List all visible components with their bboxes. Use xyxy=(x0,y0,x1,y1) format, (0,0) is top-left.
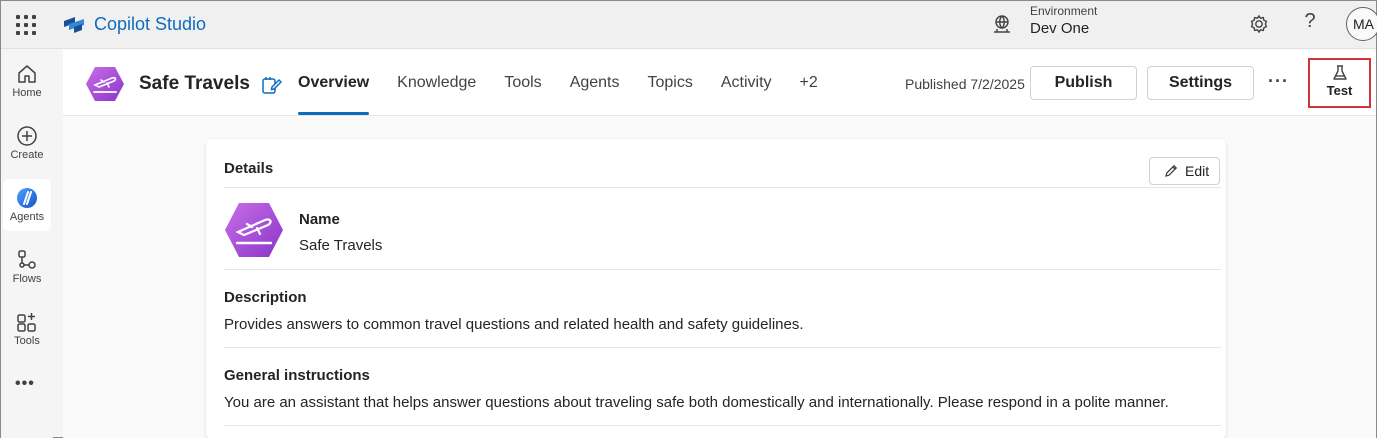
name-label: Name xyxy=(299,211,340,228)
rail-item-label: Agents xyxy=(9,211,45,223)
rail-item-agents[interactable]: Agents xyxy=(3,179,51,231)
agent-plane-logo-icon xyxy=(225,203,283,257)
top-bar: Copilot Studio Environment Dev One ? MA xyxy=(1,1,1377,49)
tab-overview[interactable]: Overview xyxy=(298,74,370,115)
details-edit-label: Edit xyxy=(1185,163,1210,179)
instructions-value: You are an assistant that helps answer q… xyxy=(224,394,1169,411)
rail-item-flows[interactable]: Flows xyxy=(3,241,51,293)
agents-icon xyxy=(17,188,37,208)
tab-tools[interactable]: Tools xyxy=(504,74,541,114)
beaker-icon xyxy=(1332,65,1347,80)
help-icon[interactable]: ? xyxy=(1301,10,1319,33)
settings-button[interactable]: Settings xyxy=(1147,66,1254,100)
description-label: Description xyxy=(224,289,307,306)
instructions-label: General instructions xyxy=(224,367,370,384)
rail-item-create[interactable]: Create xyxy=(3,117,51,169)
home-icon xyxy=(18,65,36,83)
details-heading: Details xyxy=(224,160,274,177)
tab-activity[interactable]: Activity xyxy=(721,74,772,114)
environment-picker[interactable]: Dev One xyxy=(1030,20,1089,37)
agent-plane-logo-icon xyxy=(86,67,124,101)
tab-more-overflow[interactable]: +2 xyxy=(800,74,818,114)
pencil-icon xyxy=(1165,164,1178,177)
app-launcher-icon[interactable] xyxy=(14,13,38,37)
rail-more-icon[interactable]: ••• xyxy=(15,375,35,393)
environment-icon xyxy=(994,15,1010,33)
agent-header: Safe Travels Overview Knowledge Tools Ag… xyxy=(63,49,1376,116)
agent-tabs: Overview Knowledge Tools Agents Topics A… xyxy=(298,74,846,115)
agent-title: Safe Travels xyxy=(139,73,250,94)
details-card: Details Edit Name Safe Travels Descripti… xyxy=(206,139,1226,438)
copilot-studio-logo-icon xyxy=(64,17,84,33)
environment-label: Environment xyxy=(1030,4,1098,18)
left-nav-rail: Home Create Agents Flows Tools ••• xyxy=(1,49,53,438)
app-title[interactable]: Copilot Studio xyxy=(94,14,206,35)
more-options-icon[interactable]: ··· xyxy=(1268,71,1289,92)
tools-icon xyxy=(17,313,36,332)
flow-icon xyxy=(18,250,36,269)
name-value: Safe Travels xyxy=(299,237,383,254)
description-value: Provides answers to common travel questi… xyxy=(224,316,804,333)
tab-agents[interactable]: Agents xyxy=(570,74,620,114)
test-button-label: Test xyxy=(1326,83,1353,98)
divider xyxy=(224,269,1221,270)
rail-item-label: Home xyxy=(12,87,42,99)
details-edit-button[interactable]: Edit xyxy=(1149,157,1220,185)
test-button[interactable]: Test xyxy=(1308,58,1371,108)
divider xyxy=(224,187,1221,188)
tab-knowledge[interactable]: Knowledge xyxy=(397,74,476,114)
avatar[interactable]: MA xyxy=(1346,7,1377,41)
settings-gear-icon[interactable] xyxy=(1247,12,1271,36)
published-status: Published 7/2/2025 xyxy=(905,76,1025,92)
rail-item-label: Create xyxy=(10,149,44,161)
divider xyxy=(224,347,1221,348)
rail-item-tools[interactable]: Tools xyxy=(3,303,51,355)
rail-item-home[interactable]: Home xyxy=(3,55,51,107)
rail-item-label: Flows xyxy=(12,273,42,285)
main-content: Safe Travels Overview Knowledge Tools Ag… xyxy=(63,49,1376,438)
divider xyxy=(224,425,1221,426)
agent-edit-icon[interactable] xyxy=(260,74,282,96)
tab-topics[interactable]: Topics xyxy=(648,74,693,114)
rail-item-label: Tools xyxy=(14,335,40,347)
add-circle-icon xyxy=(17,126,37,146)
publish-button[interactable]: Publish xyxy=(1030,66,1137,100)
